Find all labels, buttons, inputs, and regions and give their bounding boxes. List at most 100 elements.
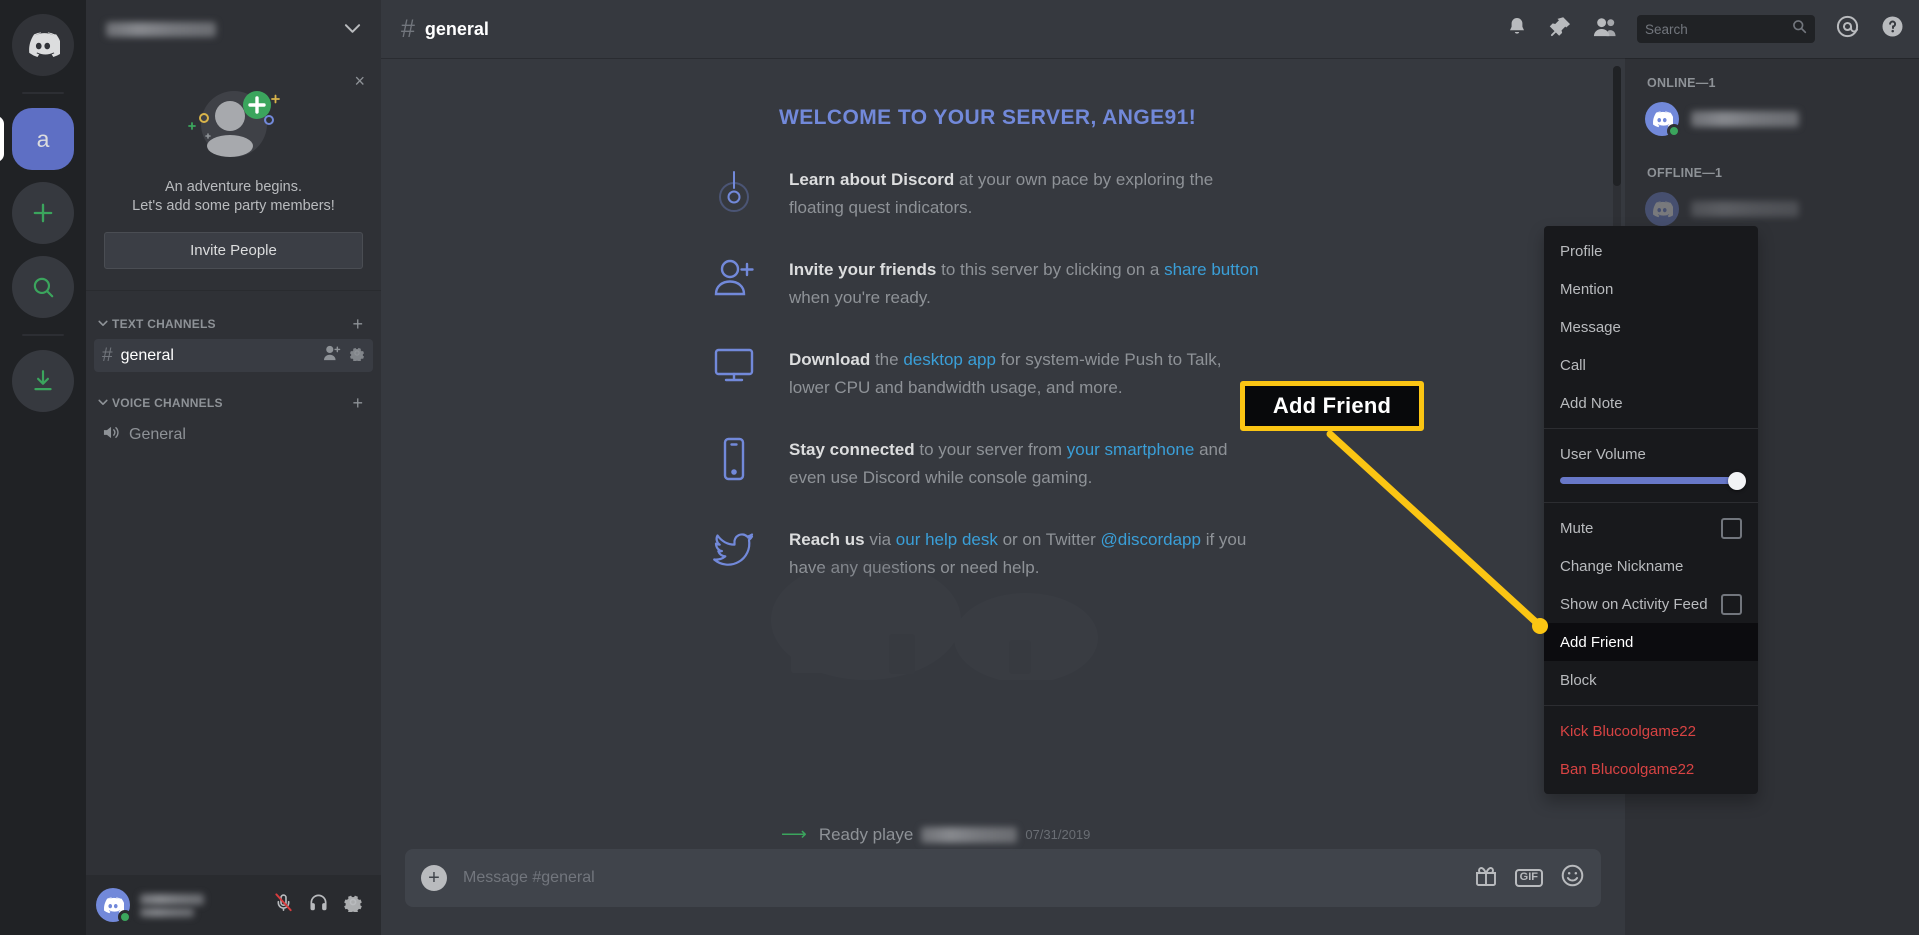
message-composer[interactable]: + GIF (405, 849, 1601, 907)
desktop-monitor-icon (711, 346, 757, 386)
welcome-bold: Invite your friends (789, 260, 937, 279)
context-menu-item-call[interactable]: Call (1544, 346, 1758, 384)
activity-feed-checkbox[interactable] (1721, 593, 1742, 615)
discord-home-button[interactable] (12, 14, 74, 76)
member-section-online-header: ONLINE—1 (1647, 76, 1716, 90)
context-menu-item-kick[interactable]: Kick Blucoolgame22 (1544, 712, 1758, 750)
member-list-item[interactable] (1625, 98, 1919, 140)
party-avatar-icon (187, 91, 280, 157)
gif-icon[interactable]: GIF (1514, 869, 1543, 887)
message-input[interactable] (463, 869, 1474, 887)
add-server-button[interactable] (12, 182, 74, 244)
member-name-redacted (1691, 111, 1799, 127)
scrollbar-thumb[interactable] (1613, 66, 1621, 186)
context-menu-item-add-note[interactable]: Add Note (1544, 384, 1758, 422)
current-user-panel (86, 875, 381, 935)
gift-icon[interactable] (1474, 864, 1498, 893)
download-apps-button[interactable] (12, 350, 74, 412)
notification-bell-icon[interactable] (1505, 15, 1529, 44)
discordapp-twitter-link[interactable]: @discordapp (1101, 530, 1201, 549)
annotation-callout: Add Friend (1240, 381, 1424, 431)
context-menu-separator (1544, 502, 1758, 503)
category-text-channels[interactable]: TEXT CHANNELS + (86, 307, 381, 337)
context-menu-item-ban[interactable]: Ban Blucoolgame22 (1544, 750, 1758, 788)
welcome-row-invite: Invite your friends to this server by cl… (711, 256, 1611, 312)
channel-item-general[interactable]: # general (94, 339, 373, 372)
share-button-link[interactable]: share button (1164, 260, 1259, 279)
welcome-tail: or on Twitter (997, 530, 1101, 549)
context-menu-label: Change Nickname (1560, 557, 1684, 575)
annotation-callout-label: Add Friend (1272, 393, 1392, 418)
invite-card-text: An adventure begins. Let's add some part… (104, 178, 363, 216)
welcome-bold: Stay connected (789, 440, 915, 459)
discord-avatar-icon (1653, 200, 1673, 217)
context-menu-item-user-volume: User Volume (1544, 435, 1758, 473)
context-menu-label: Show on Activity Feed (1560, 595, 1708, 613)
member-list-icon[interactable] (1592, 16, 1617, 43)
welcome-row-text: Reach us via our help desk or on Twitter… (789, 526, 1259, 582)
context-menu-item-show-on-activity-feed[interactable]: Show on Activity Feed (1544, 585, 1758, 623)
category-label: VOICE CHANNELS (112, 396, 223, 410)
server-rail: a (0, 0, 86, 935)
discord-window: a × An adventure begins. Let's add some … (0, 0, 1919, 935)
context-menu-label: Mute (1560, 519, 1594, 537)
server-rail-item-a[interactable]: a (0, 108, 74, 170)
help-icon[interactable] (1880, 14, 1905, 44)
invite-illustration (104, 82, 363, 166)
invite-people-button[interactable]: Invite People (104, 232, 363, 269)
context-menu-item-message[interactable]: Message (1544, 308, 1758, 346)
welcome-rest: via (864, 530, 896, 549)
join-arrow-icon: ⟶ (781, 824, 807, 844)
mute-checkbox[interactable] (1721, 517, 1742, 539)
message-scroll-region: WELCOME TO YOUR SERVER, ANGE91! Learn ab… (381, 58, 1625, 820)
welcome-row-reach: Reach us via our help desk or on Twitter… (711, 526, 1611, 582)
context-menu-item-mute[interactable]: Mute (1544, 509, 1758, 547)
welcome-row-text: Learn about Discord at your own pace by … (789, 166, 1259, 222)
invite-member-icon[interactable] (323, 345, 341, 366)
context-menu-item-add-friend[interactable]: Add Friend (1544, 623, 1758, 661)
search-input[interactable] (1645, 21, 1786, 37)
context-menu-label: Message (1560, 318, 1621, 336)
member-list-item[interactable] (1625, 188, 1919, 230)
channel-sidebar: × An adventure begins. Let's add some pa… (86, 0, 381, 935)
user-context-menu: Profile Mention Message Call Add Note Us… (1544, 226, 1758, 794)
emoji-icon[interactable] (1560, 863, 1585, 893)
rail-divider (22, 92, 64, 94)
context-menu-item-profile[interactable]: Profile (1544, 232, 1758, 270)
channel-settings-icon[interactable] (349, 345, 365, 366)
slider-thumb[interactable] (1728, 471, 1746, 490)
add-text-channel-icon[interactable]: + (352, 315, 363, 333)
welcome-tail: when you're ready. (789, 288, 931, 307)
help-desk-link[interactable]: our help desk (896, 530, 998, 549)
status-dot-online (118, 910, 132, 924)
microphone-muted-icon[interactable] (273, 892, 294, 918)
channel-item-voice-general[interactable]: General (94, 418, 373, 451)
smartphone-link[interactable]: your smartphone (1067, 440, 1195, 459)
server-header-dropdown[interactable] (86, 0, 381, 58)
desktop-app-link[interactable]: desktop app (903, 350, 996, 369)
slider-track[interactable] (1560, 471, 1746, 490)
welcome-row-download: Download the desktop app for system-wide… (711, 346, 1611, 402)
speaker-icon (102, 424, 121, 445)
pinned-messages-icon[interactable] (1549, 15, 1572, 43)
context-menu-label: Mention (1560, 280, 1614, 298)
member-name-redacted (1691, 201, 1799, 217)
category-voice-channels[interactable]: VOICE CHANNELS + (86, 386, 381, 416)
avatar[interactable] (96, 888, 132, 924)
context-menu-separator (1544, 705, 1758, 706)
mentions-icon[interactable] (1835, 14, 1860, 44)
context-menu-item-block[interactable]: Block (1544, 661, 1758, 699)
upload-attachment-button[interactable]: + (421, 865, 447, 891)
system-message: Ready playe 07/31/2019 (819, 825, 1091, 845)
welcome-row-text: Invite your friends to this server by cl… (789, 256, 1259, 312)
headphones-icon[interactable] (308, 892, 329, 918)
server-initial: a (36, 125, 50, 152)
user-settings-gear-icon[interactable] (343, 892, 363, 918)
discord-logo-icon (29, 32, 60, 58)
search-box[interactable] (1637, 15, 1815, 43)
user-volume-slider[interactable] (1544, 471, 1758, 496)
context-menu-item-change-nickname[interactable]: Change Nickname (1544, 547, 1758, 585)
context-menu-item-mention[interactable]: Mention (1544, 270, 1758, 308)
add-voice-channel-icon[interactable]: + (352, 394, 363, 412)
explore-servers-button[interactable] (12, 256, 74, 318)
